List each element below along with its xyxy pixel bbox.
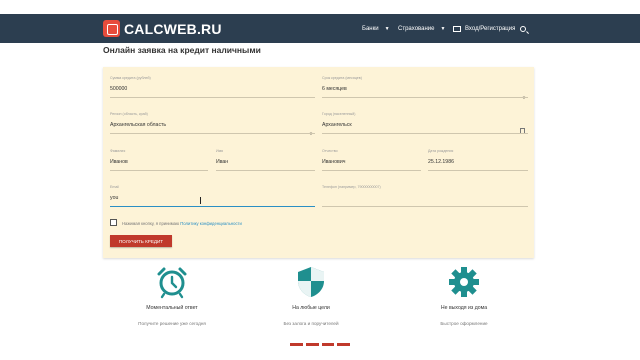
feature-subtitle: Получите решение уже сегодня bbox=[138, 321, 206, 326]
city-value[interactable]: Архангельск bbox=[322, 122, 528, 128]
privacy-policy-link[interactable]: Политику конфиденциальности bbox=[180, 221, 242, 226]
caret-down-icon: ▼ bbox=[440, 25, 446, 32]
city-field[interactable]: Город (населенный) Архангельск bbox=[322, 112, 528, 134]
region-select[interactable]: Регион (область, край) Архангельская обл… bbox=[110, 112, 315, 136]
term-value[interactable]: 6 месяцев bbox=[322, 86, 528, 92]
lastname-value[interactable]: Иванов bbox=[110, 159, 208, 165]
nav-insurance-label: Страхование bbox=[398, 25, 435, 32]
strip-segment bbox=[321, 343, 335, 346]
shield-icon bbox=[298, 267, 324, 297]
term-select[interactable]: Срок кредита (месяцев) 6 месяцев ▼ bbox=[322, 76, 528, 100]
city-label: Город (населенный) bbox=[322, 112, 356, 116]
site-logo[interactable]: CALCWEB.RU bbox=[103, 20, 222, 37]
feature-subtitle: Без залога и поручителей bbox=[283, 321, 339, 326]
text-cursor bbox=[200, 197, 201, 204]
field-underline bbox=[110, 170, 208, 171]
consent-label: Нажимая кнопку, я принимаю bbox=[122, 221, 180, 226]
email-value[interactable]: you bbox=[110, 195, 315, 201]
feature-subtitle: Быстрое оформление bbox=[440, 321, 488, 326]
feature-title: Не выходя из дома bbox=[440, 305, 488, 311]
amount-value[interactable]: 500000 bbox=[110, 86, 315, 92]
field-underline bbox=[322, 170, 421, 171]
field-underline bbox=[322, 206, 528, 207]
nav-banks[interactable]: Банки ▼ bbox=[362, 14, 390, 43]
patronymic-field[interactable]: Отчество Иванович bbox=[322, 149, 421, 171]
nav-login-label: Вход/Регистрация bbox=[465, 25, 516, 32]
field-underline bbox=[110, 133, 315, 134]
strip-segment bbox=[305, 343, 319, 346]
nav-login[interactable]: Вход/Регистрация bbox=[453, 14, 515, 43]
consent-text: Нажимая кнопку, я принимаю Политику конф… bbox=[122, 221, 242, 226]
feature-any-purpose: На любые цели Без залога и поручителей bbox=[251, 265, 371, 326]
phone-label: Телефон (например, 79000000007) bbox=[322, 185, 381, 189]
lastname-field[interactable]: Фамилия Иванов bbox=[110, 149, 208, 171]
feature-instant: Моментальный ответ Получите решение уже … bbox=[112, 265, 232, 326]
firstname-field[interactable]: Имя Иван bbox=[216, 149, 315, 171]
gear-icon bbox=[449, 267, 479, 297]
logo-text: CALCWEB.RU bbox=[124, 20, 222, 37]
feature-title: Моментальный ответ bbox=[146, 305, 198, 311]
lastname-label: Фамилия bbox=[110, 149, 126, 153]
email-field[interactable]: Email you bbox=[110, 185, 315, 207]
amount-field[interactable]: Сумма кредита (рублей) 500000 bbox=[110, 76, 315, 98]
field-underline bbox=[216, 170, 315, 171]
patronymic-value[interactable]: Иванович bbox=[322, 159, 421, 165]
alarm-clock-icon bbox=[157, 267, 187, 299]
strip-segment bbox=[337, 343, 350, 346]
page-title: Онлайн заявка на кредит наличными bbox=[103, 45, 261, 55]
email-label: Email bbox=[110, 185, 119, 189]
feature-from-home: Не выходя из дома Быстрое оформление bbox=[404, 265, 524, 326]
patronymic-label: Отчество bbox=[322, 149, 338, 153]
firstname-value[interactable]: Иван bbox=[216, 159, 315, 165]
field-underline bbox=[428, 170, 528, 171]
birthdate-value[interactable]: 25.12.1986 bbox=[428, 159, 528, 165]
field-underline bbox=[322, 97, 528, 98]
credit-form: Сумма кредита (рублей) 500000 Срок креди… bbox=[103, 67, 534, 258]
get-credit-button[interactable]: ПОЛУЧИТЬ КРЕДИТ bbox=[110, 235, 172, 247]
footer-strip bbox=[290, 343, 350, 346]
phone-field[interactable]: Телефон (например, 79000000007) bbox=[322, 185, 528, 207]
firstname-label: Имя bbox=[216, 149, 223, 153]
strip-segment bbox=[290, 343, 303, 346]
search-icon bbox=[520, 25, 526, 32]
amount-label: Сумма кредита (рублей) bbox=[110, 76, 151, 80]
birthdate-label: Дата рождения bbox=[428, 149, 454, 153]
top-nav-bar: CALCWEB.RU Банки ▼ Страхование ▼ Вход/Ре… bbox=[0, 14, 640, 43]
region-value[interactable]: Архангельская область bbox=[110, 122, 315, 128]
caret-down-icon: ▼ bbox=[384, 25, 390, 32]
nav-insurance[interactable]: Страхование ▼ bbox=[398, 14, 445, 43]
calculator-icon bbox=[103, 20, 120, 37]
field-underline bbox=[322, 133, 528, 134]
region-label: Регион (область, край) bbox=[110, 112, 148, 116]
consent-checkbox[interactable] bbox=[110, 219, 117, 226]
nav-banks-label: Банки bbox=[362, 25, 379, 32]
login-icon bbox=[453, 25, 461, 32]
search-button[interactable] bbox=[520, 14, 526, 43]
field-underline bbox=[110, 97, 315, 98]
page: CALCWEB.RU Банки ▼ Страхование ▼ Вход/Ре… bbox=[0, 0, 640, 360]
term-label: Срок кредита (месяцев) bbox=[322, 76, 362, 80]
birthdate-field[interactable]: Дата рождения 25.12.1986 bbox=[428, 149, 528, 171]
field-underline-active bbox=[110, 206, 315, 207]
feature-title: На любые цели bbox=[292, 305, 330, 311]
